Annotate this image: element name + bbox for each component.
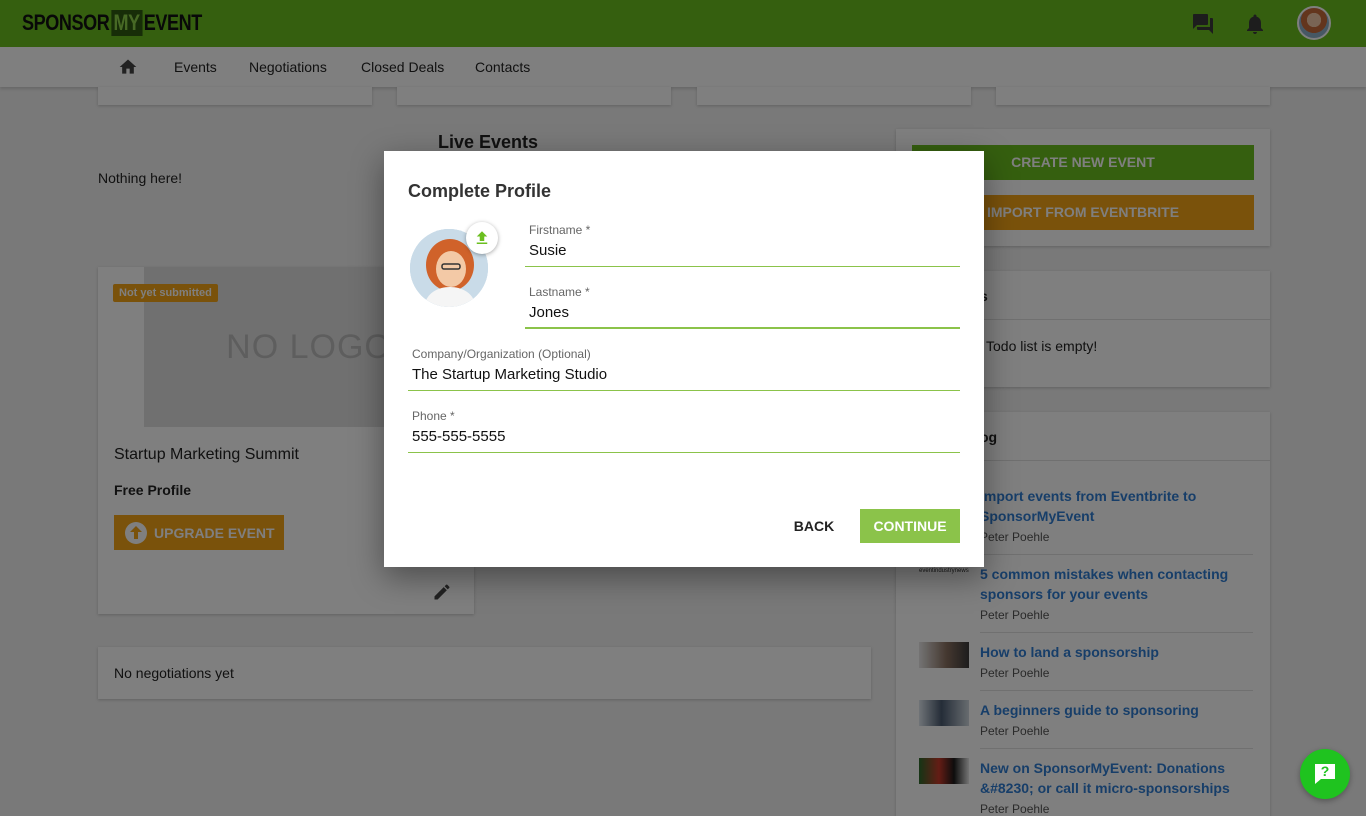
- phone-field: Phone *: [408, 409, 960, 459]
- help-label: ?: [1320, 763, 1330, 779]
- phone-input[interactable]: [408, 425, 960, 453]
- dialog-title: Complete Profile: [408, 181, 552, 201]
- phone-label: Phone *: [412, 409, 455, 423]
- firstname-label: Firstname *: [529, 223, 591, 237]
- upload-icon: [476, 231, 488, 244]
- upload-photo-button[interactable]: [466, 222, 498, 254]
- company-label: Company/Organization (Optional): [412, 347, 591, 361]
- continue-button[interactable]: CONTINUE: [860, 509, 960, 543]
- back-button[interactable]: BACK: [784, 509, 844, 543]
- company-input[interactable]: [408, 363, 960, 391]
- firstname-field: Firstname *: [525, 223, 960, 273]
- company-field: Company/Organization (Optional): [408, 347, 960, 397]
- help-chat-button[interactable]: ?: [1300, 749, 1350, 799]
- lastname-label: Lastname *: [529, 285, 590, 299]
- complete-profile-dialog: Complete Profile Firstname * Lastname * …: [384, 151, 984, 567]
- lastname-input[interactable]: [525, 301, 960, 329]
- lastname-field: Lastname *: [525, 285, 960, 335]
- firstname-input[interactable]: [525, 239, 960, 267]
